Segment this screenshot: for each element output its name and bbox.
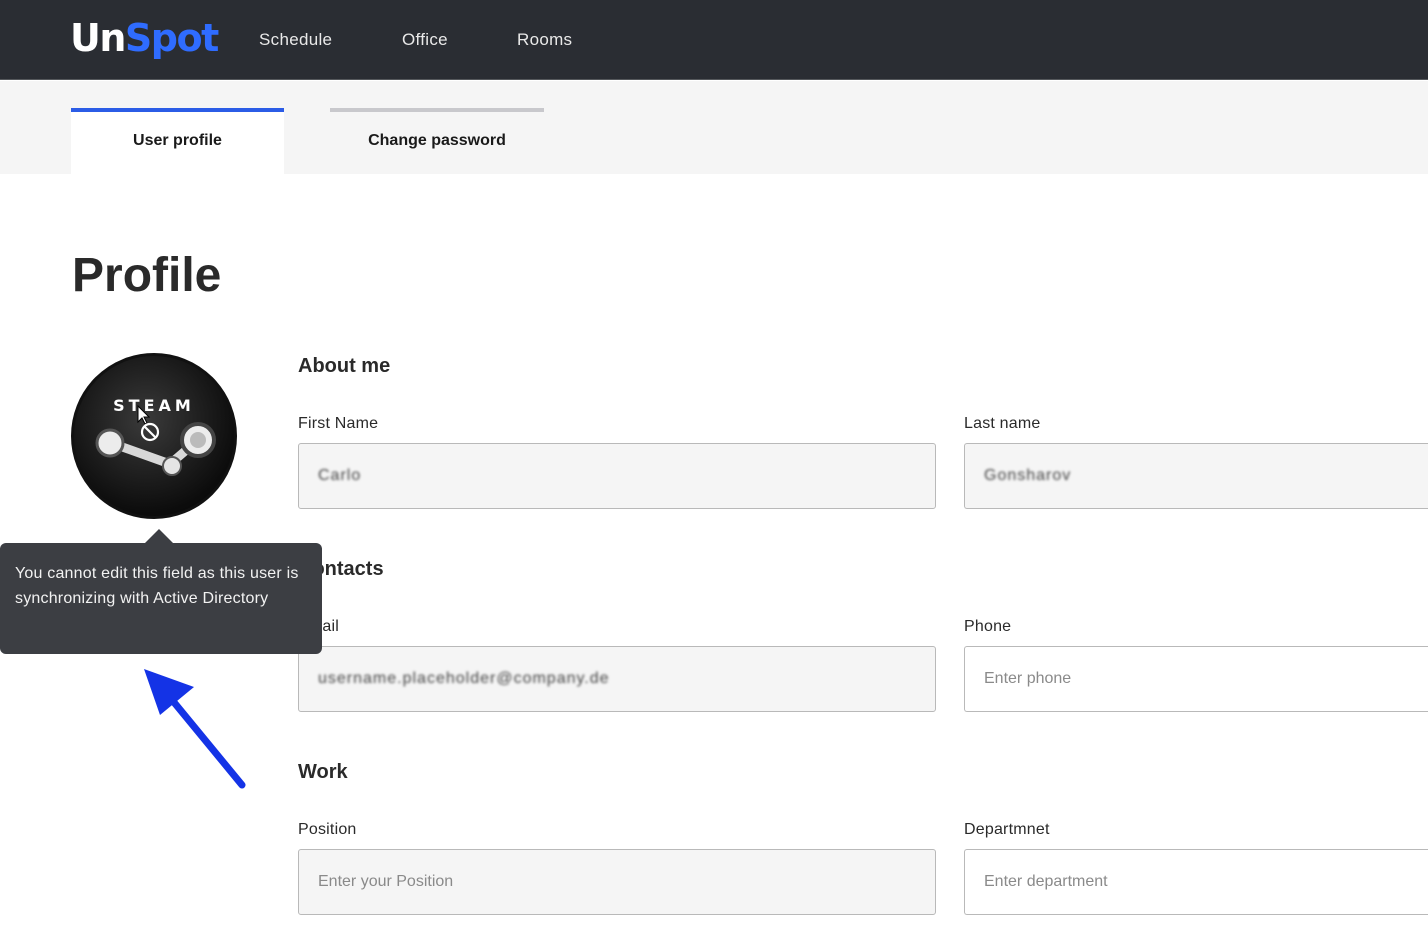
department-field[interactable]: [964, 849, 1428, 915]
unspot-logo[interactable]: UnSpot: [70, 14, 219, 62]
phone-input[interactable]: [984, 670, 1406, 688]
tab-user-profile[interactable]: User profile: [71, 108, 284, 174]
top-navbar: UnSpot Schedule Office Rooms: [0, 0, 1428, 80]
steam-logo-icon: STEAM: [95, 396, 216, 476]
position-input[interactable]: [318, 873, 905, 891]
logo-part-spot: Spot: [124, 16, 219, 60]
email-field[interactable]: username.placeholder@company.de: [298, 646, 936, 712]
position-field[interactable]: [298, 849, 936, 915]
department-label: Departmnet: [964, 821, 1050, 838]
phone-label: Phone: [964, 618, 1012, 635]
tooltip-arrow: [145, 529, 173, 543]
nav-rooms[interactable]: Rooms: [517, 30, 572, 50]
last-name-value: Gonsharov: [984, 467, 1072, 484]
tab-change-password[interactable]: Change password: [330, 108, 544, 174]
logo-part-un: Un: [70, 16, 126, 60]
position-label: Position: [298, 821, 357, 838]
section-about-me: About me: [298, 355, 391, 377]
last-name-field[interactable]: Gonsharov: [964, 443, 1428, 509]
tooltip: You cannot edit this field as this user …: [0, 543, 322, 654]
email-value: username.placeholder@company.de: [318, 670, 610, 687]
avatar[interactable]: STEAM: [71, 353, 237, 519]
first-name-value: Carlo: [318, 467, 362, 484]
first-name-field[interactable]: Carlo: [298, 443, 936, 509]
avatar-logo-text: STEAM: [113, 396, 195, 415]
nav-schedule[interactable]: Schedule: [259, 30, 332, 50]
phone-field[interactable]: [964, 646, 1428, 712]
section-work: Work: [298, 761, 348, 783]
last-name-label: Last name: [964, 415, 1041, 432]
page-title: Profile: [72, 249, 222, 302]
annotation-arrow-icon: [144, 669, 246, 789]
department-input[interactable]: [984, 873, 1406, 891]
first-name-label: First Name: [298, 415, 379, 432]
nav-office[interactable]: Office: [402, 30, 448, 50]
